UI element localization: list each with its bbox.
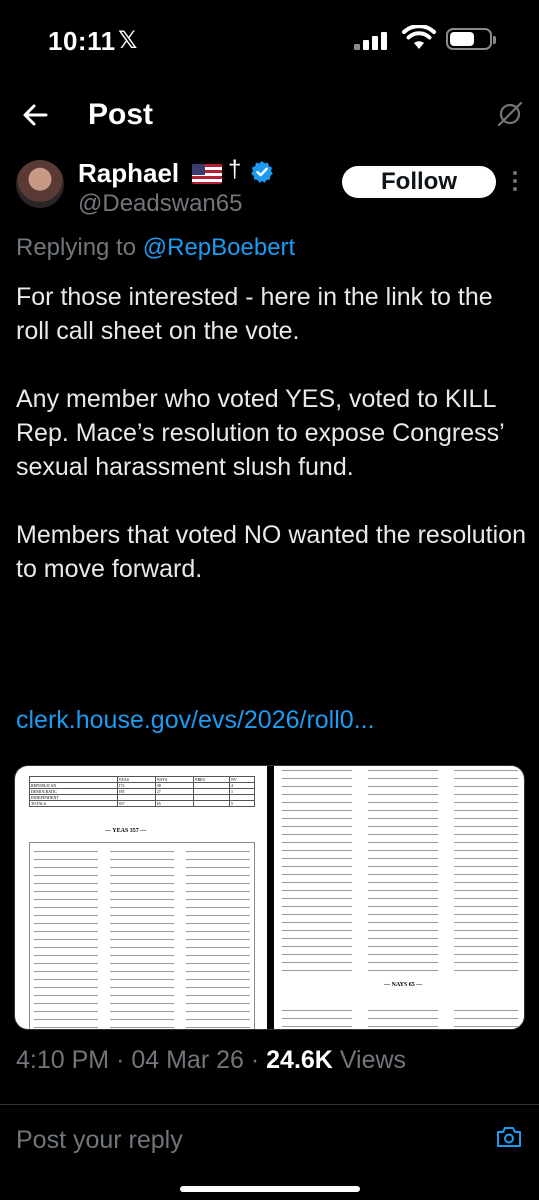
vote-summary-table: YEAS NAYS PRES NV REPUBLICAN 172 38 4 DE… bbox=[29, 776, 255, 807]
top-nav: Post bbox=[0, 88, 539, 144]
roll-call-image-2[interactable]: — NAYS 65 — bbox=[274, 766, 524, 1029]
divider bbox=[0, 1104, 539, 1105]
post-time: 4:10 PM bbox=[16, 1046, 110, 1074]
summary-cell bbox=[193, 800, 230, 807]
page-title: Post bbox=[88, 98, 154, 131]
tweet-paragraph: For those interested - here in the link … bbox=[16, 283, 493, 345]
post-meta: 4:10 PM · 04 Mar 26 · 24.6K Views bbox=[16, 1046, 407, 1074]
yeas-heading: — YEAS 357 — bbox=[105, 828, 147, 834]
summary-cell: 357 bbox=[116, 800, 156, 807]
author-name[interactable]: Raphael bbox=[78, 158, 179, 189]
us-flag-icon bbox=[192, 164, 222, 184]
x-logo-icon: 𝕏 bbox=[118, 27, 138, 54]
replying-prefix: Replying to bbox=[16, 234, 137, 261]
follow-button[interactable]: Follow bbox=[342, 166, 496, 198]
grok-icon[interactable] bbox=[496, 100, 524, 128]
arrow-left-icon[interactable] bbox=[20, 100, 50, 130]
nays-heading: — NAYS 65 — bbox=[384, 982, 423, 988]
replying-to: Replying to @RepBoebert bbox=[16, 234, 295, 262]
tweet-link[interactable]: clerk.house.gov/evs/2026/roll0... bbox=[16, 706, 375, 735]
view-count[interactable]: 24.6K bbox=[266, 1046, 333, 1074]
summary-cell: 65 bbox=[154, 800, 195, 807]
reply-input[interactable] bbox=[16, 1120, 476, 1160]
roll-call-image-1[interactable]: YEAS NAYS PRES NV REPUBLICAN 172 38 4 DE… bbox=[15, 766, 267, 1029]
cross-icon: † bbox=[228, 156, 242, 183]
camera-icon[interactable] bbox=[496, 1126, 522, 1148]
post-date: 04 Mar 26 bbox=[131, 1046, 244, 1074]
tweet-body: For those interested - here in the link … bbox=[16, 280, 526, 586]
status-time: 10:11 bbox=[48, 26, 116, 56]
more-options-icon[interactable] bbox=[512, 170, 518, 192]
verified-badge-icon[interactable] bbox=[250, 160, 274, 184]
media-attachment[interactable]: YEAS NAYS PRES NV REPUBLICAN 172 38 4 DE… bbox=[14, 765, 525, 1030]
author-handle[interactable]: @Deadswan65 bbox=[78, 190, 242, 218]
status-bar: 10:11 𝕏 bbox=[0, 0, 539, 80]
tweet-paragraph: Any member who voted YES, voted to KILL … bbox=[16, 385, 504, 481]
wifi-icon bbox=[402, 25, 436, 49]
tweet-paragraph: Members that voted NO wanted the resolut… bbox=[16, 521, 526, 583]
summary-cell: 5 bbox=[229, 800, 255, 807]
home-indicator[interactable] bbox=[180, 1186, 360, 1192]
views-label: Views bbox=[339, 1046, 407, 1074]
signal-icon bbox=[354, 30, 394, 50]
yeas-name-list bbox=[29, 842, 255, 1029]
summary-cell: TOTALS bbox=[29, 800, 118, 807]
reply-mention-link[interactable]: @RepBoebert bbox=[143, 234, 295, 261]
avatar[interactable] bbox=[16, 160, 64, 208]
battery-icon bbox=[446, 28, 496, 50]
